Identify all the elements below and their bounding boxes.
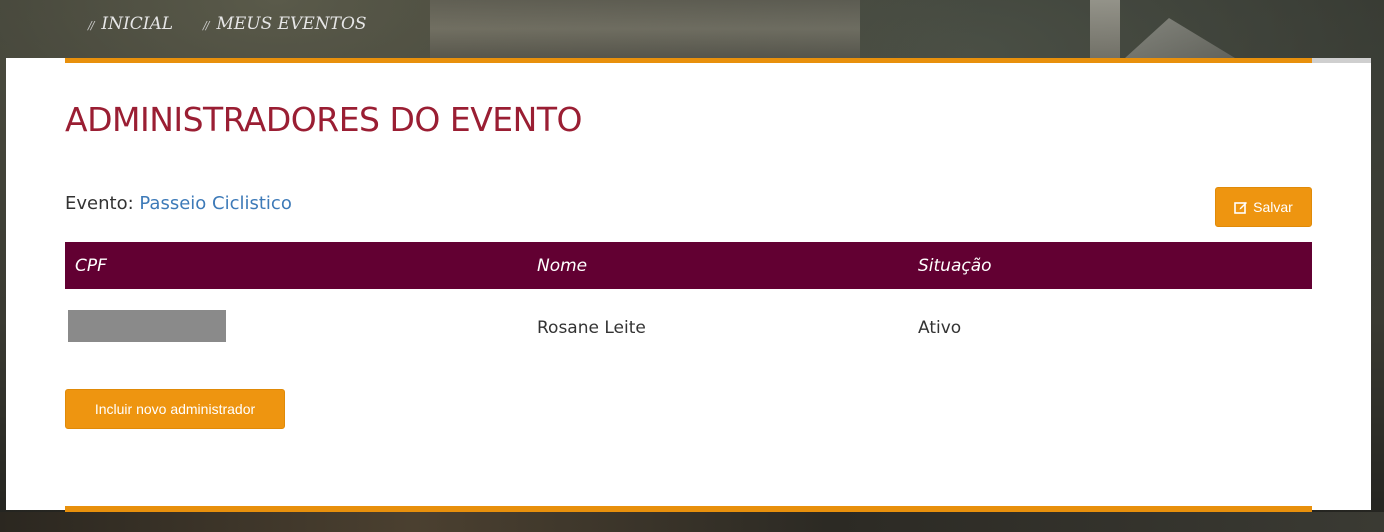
panel-top-accent-line: [65, 58, 1312, 63]
background-building: [430, 0, 860, 58]
cell-cpf: [65, 289, 527, 367]
page-title: ADMINISTRADORES DO EVENTO: [65, 100, 582, 139]
add-administrator-button[interactable]: Incluir novo administrador: [65, 389, 285, 429]
breadcrumb-separator: //: [203, 19, 210, 32]
background-tower: [1090, 0, 1120, 58]
event-label: Evento:: [65, 193, 134, 214]
main-panel: ADMINISTRADORES DO EVENTO Evento: Passei…: [6, 58, 1371, 512]
breadcrumb-link-inicial[interactable]: INICIAL: [101, 14, 173, 34]
redacted-cpf: [68, 309, 226, 342]
cell-situacao: Ativo: [918, 318, 962, 338]
breadcrumb-item-inicial: // INICIAL: [88, 14, 173, 34]
save-button[interactable]: Salvar: [1215, 187, 1312, 227]
edit-square-icon: [1234, 202, 1248, 214]
background-roof: [1125, 18, 1235, 58]
column-header-nome: Nome: [537, 255, 588, 276]
column-header-cpf: CPF: [75, 255, 107, 276]
breadcrumb-separator: //: [88, 19, 95, 32]
breadcrumb-link-meus-eventos[interactable]: MEUS EVENTOS: [216, 14, 366, 34]
breadcrumb: // INICIAL // MEUS EVENTOS: [88, 14, 367, 34]
table-header-row: CPF Nome Situação: [65, 242, 1312, 289]
table-row: Rosane Leite Ativo: [65, 289, 1312, 367]
panel-bottom-accent-line: [65, 506, 1312, 512]
administrators-table: CPF Nome Situação Rosane Leite Ativo: [65, 242, 1312, 367]
event-info: Evento: Passeio Ciclistico: [65, 193, 292, 214]
breadcrumb-item-meus-eventos: // MEUS EVENTOS: [203, 14, 367, 34]
panel-top-gray-line: [1312, 58, 1371, 63]
column-header-situacao: Situação: [918, 255, 992, 276]
save-button-label: Salvar: [1253, 199, 1293, 215]
background-bottom: [0, 512, 1384, 532]
event-name-link[interactable]: Passeio Ciclistico: [139, 193, 291, 214]
cell-nome: Rosane Leite: [537, 318, 646, 338]
